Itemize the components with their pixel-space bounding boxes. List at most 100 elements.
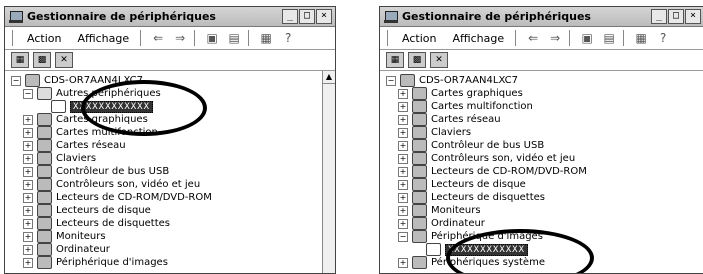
expand-icon[interactable]: +	[23, 179, 33, 190]
tree-item[interactable]: + Cartes réseau	[11, 139, 335, 152]
title-bar[interactable]: Gestionnaire de périphériques _ □ ×	[380, 7, 703, 27]
help-icon[interactable]: ?	[655, 31, 671, 45]
scan-icon[interactable]: ▦	[386, 52, 404, 68]
forward-icon[interactable]: ⇒	[547, 31, 563, 45]
expand-icon[interactable]: +	[23, 231, 33, 242]
tree-item[interactable]: + Lecteurs de disquettes	[11, 217, 335, 230]
expand-icon[interactable]: +	[398, 88, 408, 99]
expand-icon[interactable]: +	[398, 166, 408, 177]
device-category-icon	[412, 113, 427, 126]
tree-item[interactable]: + Contrôleurs son, vidéo et jeu	[386, 152, 703, 165]
expand-icon[interactable]: +	[398, 192, 408, 203]
expand-icon[interactable]: +	[398, 114, 408, 125]
minimize-button[interactable]: _	[282, 9, 298, 24]
expand-icon[interactable]: +	[398, 153, 408, 164]
tree-item[interactable]: + Cartes multifonction	[386, 100, 703, 113]
device-category-icon	[37, 191, 52, 204]
tree-item[interactable]: + Contrôleurs son, vidéo et jeu	[11, 178, 335, 191]
tree-item[interactable]: + Lecteurs de CD-ROM/DVD-ROM	[11, 191, 335, 204]
tree-item[interactable]: + Claviers	[11, 152, 335, 165]
close-button[interactable]: ×	[316, 9, 332, 24]
device-category-icon	[37, 243, 52, 256]
item-label: Contrôleurs son, vidéo et jeu	[431, 153, 576, 164]
tree-root[interactable]: − CDS-OR7AAN4LXC7	[386, 74, 703, 87]
remove-icon[interactable]: ✕	[430, 52, 448, 68]
expand-icon[interactable]: +	[23, 257, 33, 268]
scrollbar[interactable]: ▲	[322, 71, 335, 273]
expand-icon[interactable]: +	[23, 192, 33, 203]
expand-icon[interactable]: +	[23, 140, 33, 151]
tree-item[interactable]: + Périphérique d'images	[11, 256, 335, 269]
properties-icon[interactable]: ▦	[258, 31, 274, 45]
scroll-up-icon[interactable]: ▲	[323, 71, 335, 84]
expand-icon[interactable]: +	[23, 127, 33, 138]
list-icon[interactable]: ▤	[601, 31, 617, 45]
tree-item[interactable]: + Moniteurs	[386, 204, 703, 217]
expand-icon[interactable]: +	[23, 205, 33, 216]
close-button[interactable]: ×	[685, 9, 701, 24]
tree-item[interactable]: + Cartes graphiques	[386, 87, 703, 100]
expand-icon[interactable]: +	[23, 166, 33, 177]
menu-view[interactable]: Affichage	[69, 32, 137, 45]
device-category-icon	[412, 87, 427, 100]
menu-action[interactable]: Action	[394, 32, 444, 45]
properties-icon[interactable]: ▦	[633, 31, 649, 45]
tree-item[interactable]: + Lecteurs de CD-ROM/DVD-ROM	[386, 165, 703, 178]
system-icon	[412, 256, 427, 269]
expand-icon[interactable]: +	[398, 257, 408, 268]
forward-icon[interactable]: ⇒	[172, 31, 188, 45]
title-bar[interactable]: Gestionnaire de périphériques _ □ ×	[5, 7, 335, 27]
help-icon[interactable]: ?	[280, 31, 296, 45]
folder-icon[interactable]: ▣	[204, 31, 220, 45]
collapse-icon[interactable]: −	[23, 88, 33, 99]
computer-icon	[384, 10, 398, 23]
scan-icon[interactable]: ▦	[11, 52, 29, 68]
tree-item[interactable]: + Lecteurs de disquettes	[386, 191, 703, 204]
expand-icon[interactable]: +	[23, 153, 33, 164]
tree-item[interactable]: + Ordinateur	[11, 243, 335, 256]
collapse-icon[interactable]: −	[386, 75, 396, 86]
expand-icon[interactable]: +	[398, 218, 408, 229]
list-icon[interactable]: ▤	[226, 31, 242, 45]
update-icon[interactable]: ▩	[408, 52, 426, 68]
tree-item[interactable]: + Moniteurs	[11, 230, 335, 243]
menu-view[interactable]: Affichage	[444, 32, 512, 45]
tree-item[interactable]: + Ordinateur	[386, 217, 703, 230]
expand-icon[interactable]: +	[398, 140, 408, 151]
menu-action[interactable]: Action	[19, 32, 69, 45]
collapse-icon[interactable]: −	[398, 231, 408, 242]
tree-item[interactable]: + Lecteurs de disque	[11, 204, 335, 217]
expand-icon[interactable]: +	[23, 114, 33, 125]
tree-item[interactable]: + Claviers	[386, 126, 703, 139]
tree-item[interactable]: + Cartes réseau	[386, 113, 703, 126]
expand-icon[interactable]: +	[398, 101, 408, 112]
tree-item[interactable]: + Contrôleur de bus USB	[386, 139, 703, 152]
expand-icon[interactable]: +	[398, 205, 408, 216]
computer-icon	[9, 10, 23, 23]
expand-icon[interactable]: +	[398, 127, 408, 138]
device-category-icon	[37, 204, 52, 217]
collapse-icon[interactable]: −	[11, 75, 21, 86]
device-category-icon	[412, 178, 427, 191]
maximize-button[interactable]: □	[299, 9, 315, 24]
device-category-icon	[37, 113, 52, 126]
device-category-icon	[37, 256, 52, 269]
update-icon[interactable]: ▩	[33, 52, 51, 68]
folder-icon[interactable]: ▣	[579, 31, 595, 45]
menu-bar: Action Affichage ⇐ ⇒ ▣ ▤ ▦ ?	[380, 27, 703, 50]
device-category-icon	[412, 139, 427, 152]
minimize-button[interactable]: _	[651, 9, 667, 24]
item-label: Cartes multifonction	[431, 101, 533, 112]
remove-icon[interactable]: ✕	[55, 52, 73, 68]
item-label: Contrôleur de bus USB	[431, 140, 545, 151]
back-icon[interactable]: ⇐	[525, 31, 541, 45]
device-category-icon	[37, 165, 52, 178]
expand-icon[interactable]: +	[23, 244, 33, 255]
tree-item[interactable]: + Contrôleur de bus USB	[11, 165, 335, 178]
tree-item[interactable]: + Lecteurs de disque	[386, 178, 703, 191]
item-label: Contrôleur de bus USB	[56, 166, 170, 177]
maximize-button[interactable]: □	[668, 9, 684, 24]
expand-icon[interactable]: +	[23, 218, 33, 229]
back-icon[interactable]: ⇐	[150, 31, 166, 45]
expand-icon[interactable]: +	[398, 179, 408, 190]
